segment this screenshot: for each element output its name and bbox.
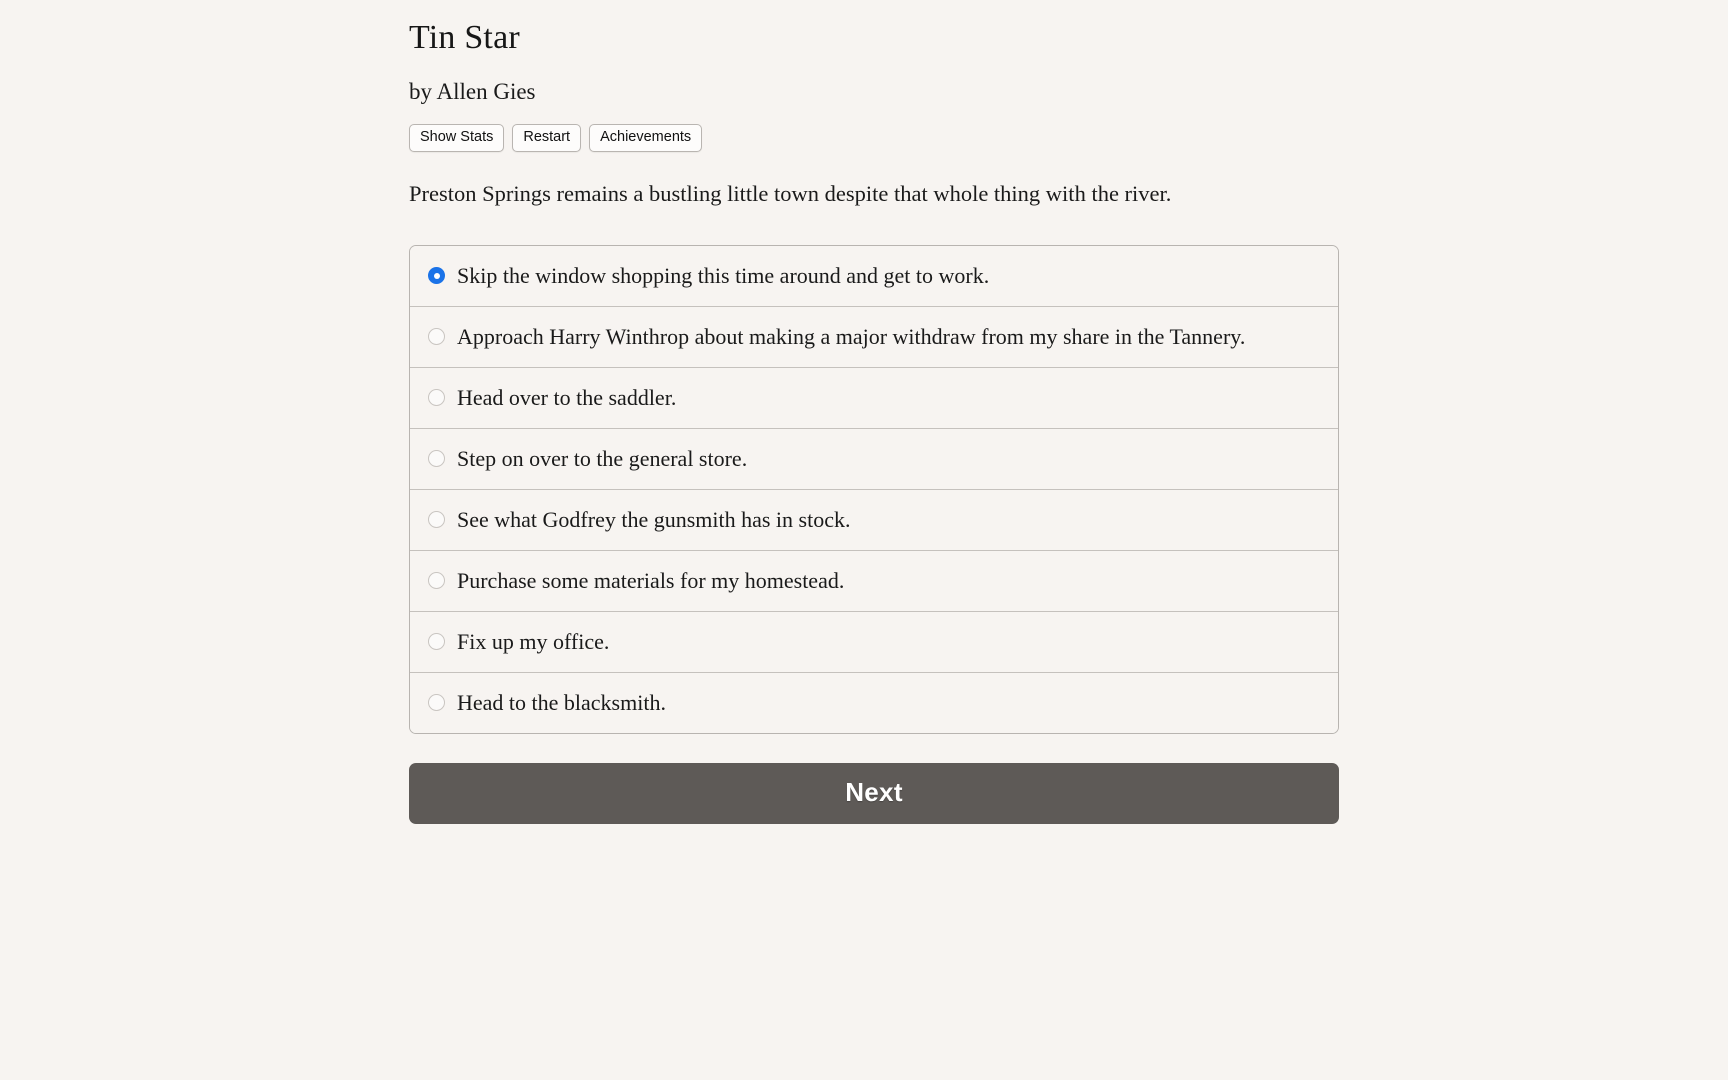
menu-button-row: Show Stats Restart Achievements [409,105,1339,153]
content-column: Tin Star by Allen Gies Show Stats Restar… [409,0,1339,824]
choice-option-3[interactable]: Head over to the saddler. [410,367,1338,429]
radio-icon-6[interactable] [428,572,445,590]
choice-label-6: Purchase some materials for my homestead… [457,567,845,593]
choice-option-6[interactable]: Purchase some materials for my homestead… [410,550,1338,612]
choice-option-5[interactable]: See what Godfrey the gunsmith has in sto… [410,489,1338,551]
choice-label-5: See what Godfrey the gunsmith has in sto… [457,506,851,532]
choice-label-2: Approach Harry Winthrop about making a m… [457,323,1246,349]
choice-label-7: Fix up my office. [457,628,610,654]
choice-label-1: Skip the window shopping this time aroun… [457,262,990,288]
choice-label-8: Head to the blacksmith. [457,689,666,715]
author-byline: by Allen Gies [409,78,536,104]
choice-option-1[interactable]: Skip the window shopping this time aroun… [410,245,1338,307]
radio-icon-1[interactable] [428,267,445,285]
choice-option-7[interactable]: Fix up my office. [410,611,1338,673]
choice-option-2[interactable]: Approach Harry Winthrop about making a m… [410,306,1338,368]
radio-icon-2[interactable] [428,328,445,346]
game-page: Tin Star by Allen Gies Show Stats Restar… [0,0,1728,1080]
choice-option-4[interactable]: Step on over to the general store. [410,428,1338,490]
radio-icon-5[interactable] [428,511,445,529]
story-text: Preston Springs remains a bustling littl… [409,181,1172,207]
radio-icon-3[interactable] [428,389,445,407]
radio-icon-7[interactable] [428,633,445,651]
restart-button[interactable]: Restart [512,123,582,153]
choice-option-8[interactable]: Head to the blacksmith. [410,672,1338,733]
radio-icon-4[interactable] [428,450,445,468]
page-title: Tin Star [409,19,520,56]
choice-label-3: Head over to the saddler. [457,384,677,410]
next-button[interactable]: Next [409,762,1339,824]
choice-list: Skip the window shopping this time aroun… [409,244,1339,734]
radio-icon-8[interactable] [428,694,445,712]
achievements-button[interactable]: Achievements [589,123,703,153]
choice-label-4: Step on over to the general store. [457,445,748,471]
show-stats-button[interactable]: Show Stats [409,123,505,153]
